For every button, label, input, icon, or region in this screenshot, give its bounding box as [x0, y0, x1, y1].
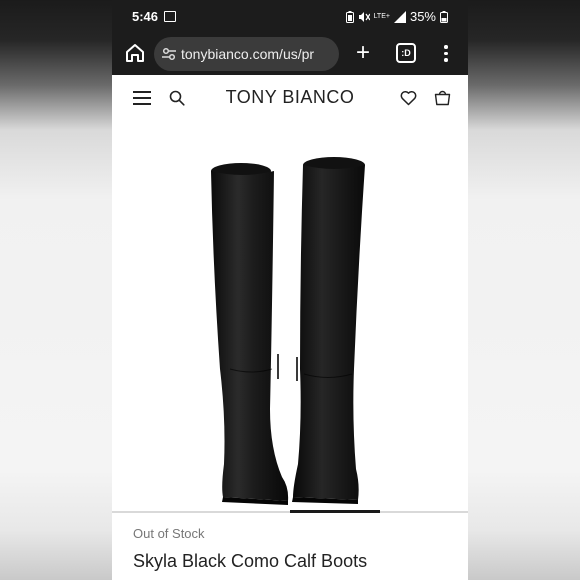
product-image-carousel[interactable] — [112, 119, 468, 512]
more-menu-icon[interactable] — [444, 45, 448, 65]
site-header: TONY BIANCO — [112, 75, 468, 119]
status-bar: 5:46 LTE+ 35% — [112, 0, 468, 33]
home-icon[interactable] — [124, 42, 146, 64]
product-image — [211, 157, 365, 505]
address-bar[interactable]: tonybianco.com/us/pr — [154, 37, 339, 71]
battery-saver-icon — [345, 10, 354, 23]
site-settings-icon[interactable] — [162, 47, 176, 61]
product-title: Skyla Black Como Calf Boots — [133, 551, 368, 571]
carousel-indicator[interactable] — [290, 510, 380, 513]
url-text[interactable]: tonybianco.com/us/pr — [181, 46, 314, 62]
left-boot — [211, 163, 289, 505]
mute-icon — [358, 11, 370, 22]
tab-switcher-icon[interactable]: :D — [396, 43, 416, 63]
wishlist-icon[interactable] — [400, 90, 417, 106]
battery-percent: 35% — [409, 9, 436, 24]
stock-status: Out of Stock — [133, 526, 205, 541]
browser-toolbar: tonybianco.com/us/pr + :D — [112, 33, 468, 75]
signal-icon — [393, 10, 406, 23]
status-time: 5:46 — [132, 9, 159, 24]
phone-screen: 5:46 LTE+ 35% tonybianco.com/us/pr + :D … — [112, 0, 468, 580]
status-indicators: LTE+ 35% — [345, 9, 448, 24]
right-boot — [292, 157, 365, 504]
gallery-notification-icon — [164, 11, 176, 22]
battery-icon — [440, 10, 448, 23]
cart-icon[interactable] — [434, 89, 451, 106]
tab-switcher-label: :D — [401, 48, 411, 58]
network-type: LTE+ — [373, 13, 390, 20]
plus-icon[interactable]: + — [356, 41, 370, 65]
